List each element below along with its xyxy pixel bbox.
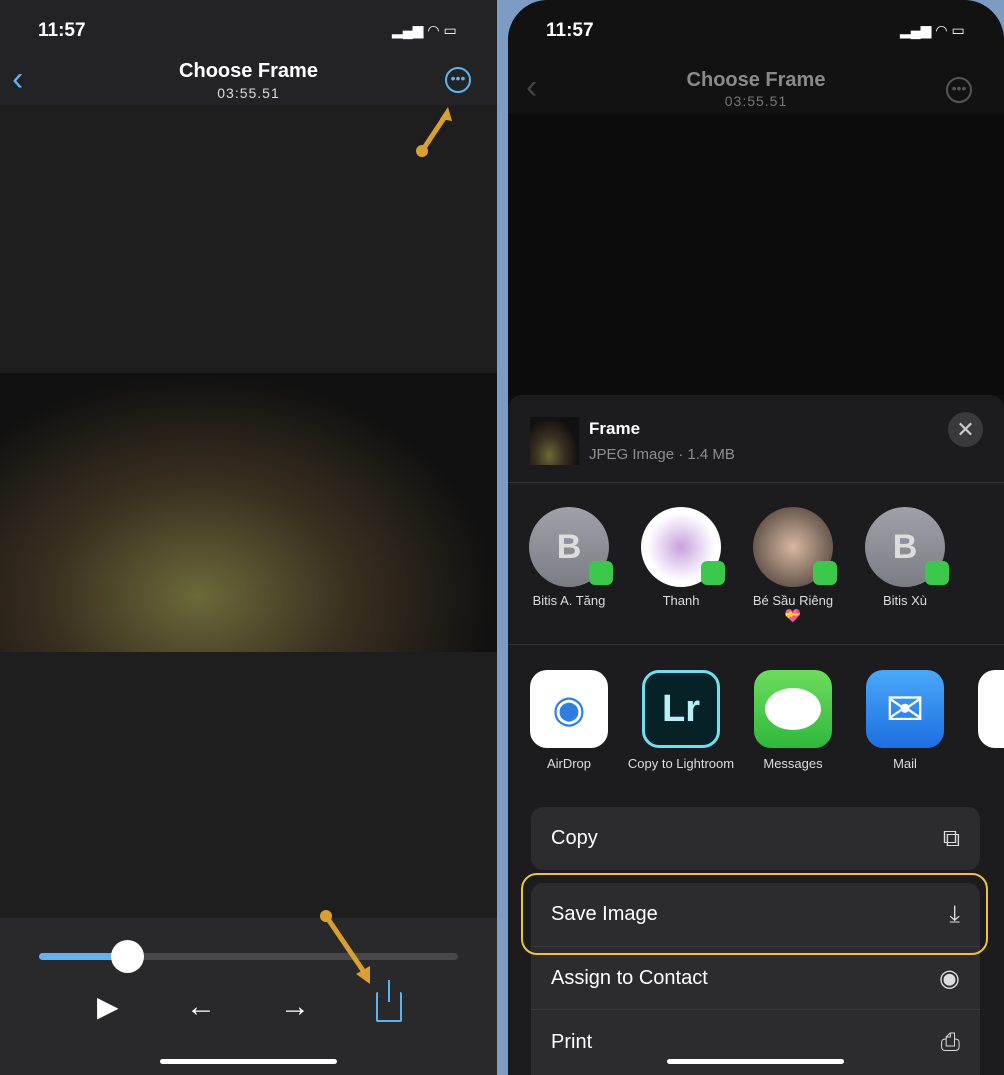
annotation-arrow bbox=[320, 910, 370, 984]
page-title: Choose Frame bbox=[179, 60, 318, 82]
frame-slider[interactable] bbox=[39, 953, 458, 960]
avatar bbox=[753, 507, 837, 587]
contact-name: Bitis A. Tăng bbox=[532, 593, 606, 608]
home-indicator bbox=[160, 1059, 337, 1064]
video-frame-image bbox=[0, 373, 497, 652]
app-airdrop[interactable]: ◉ AirDrop bbox=[513, 670, 625, 771]
airdrop-icon: ◉ bbox=[530, 670, 608, 748]
avatar bbox=[641, 507, 725, 587]
messages-badge-icon bbox=[813, 561, 837, 585]
app-mail[interactable]: ✉ Mail bbox=[849, 670, 961, 771]
contact-be-sau-rieng[interactable]: Bé Sầu Riêng 💝 bbox=[737, 507, 849, 624]
avatar-initial: B bbox=[556, 527, 582, 566]
apps-row: ◉ AirDrop Lr Copy to Lightroom Messages ✉ M… bbox=[513, 670, 1004, 771]
contacts-row: B Bitis A. Tăng Thanh Bé Sầu Riêng 💝 B Biti… bbox=[513, 507, 961, 624]
file-thumbnail bbox=[530, 417, 579, 465]
contact-name: Bé Sầu Riêng bbox=[752, 593, 834, 608]
timestamp: 03:55.51 bbox=[217, 85, 280, 101]
dimmed-content bbox=[508, 114, 1004, 395]
avatar-initial: B bbox=[892, 527, 918, 566]
messages-badge-icon bbox=[925, 561, 949, 585]
status-time: 11:57 bbox=[546, 20, 594, 41]
contact-icon: ◉ bbox=[939, 964, 960, 992]
app-label: Messages bbox=[763, 756, 823, 771]
messages-badge-icon bbox=[701, 561, 725, 585]
app-label: Me bbox=[961, 756, 1004, 771]
previous-frame-button[interactable]: ← bbox=[186, 990, 216, 1024]
more-options-button[interactable]: ••• bbox=[946, 77, 972, 103]
app-label: Mail bbox=[893, 756, 917, 771]
messages-icon bbox=[754, 670, 832, 748]
app-label: Copy to Lightroom bbox=[627, 756, 735, 771]
play-button[interactable]: ▶ bbox=[97, 990, 119, 1023]
contact-name: Bitis Xù bbox=[882, 593, 928, 608]
contact-name: Thanh bbox=[662, 593, 700, 608]
contact-bitis-xu[interactable]: B Bitis Xù bbox=[849, 507, 961, 624]
print-icon: ⎙ bbox=[940, 1028, 960, 1056]
status-time: 11:57 bbox=[38, 20, 86, 41]
action-label: Assign to Contact bbox=[551, 966, 708, 989]
lightroom-icon: Lr bbox=[642, 670, 720, 748]
annotation-arrow bbox=[416, 107, 452, 157]
app-messenger[interactable]: ● Me bbox=[961, 670, 1004, 771]
close-button[interactable]: ✕ bbox=[948, 412, 983, 447]
contact-emoji: 💝 bbox=[784, 608, 802, 623]
page-title: Choose Frame bbox=[686, 69, 826, 91]
app-lightroom[interactable]: Lr Copy to Lightroom bbox=[625, 670, 737, 771]
home-indicator bbox=[667, 1059, 844, 1064]
more-options-button[interactable]: ••• bbox=[445, 67, 471, 93]
assign-to-contact-action[interactable]: Assign to Contact ◉ bbox=[531, 946, 980, 1009]
file-name: Frame bbox=[589, 419, 641, 438]
contact-thanh[interactable]: Thanh bbox=[625, 507, 737, 624]
copy-action[interactable]: Copy ⧉ bbox=[531, 807, 980, 870]
messenger-icon: ● bbox=[978, 670, 1004, 748]
messages-badge-icon bbox=[589, 561, 613, 585]
app-label: AirDrop bbox=[546, 756, 592, 771]
status-icons: ▂▄▆ ◠ ▭ bbox=[900, 22, 965, 38]
next-frame-button[interactable]: → bbox=[280, 990, 310, 1024]
divider bbox=[508, 482, 1004, 483]
timestamp: 03:55.51 bbox=[724, 93, 788, 109]
slider-thumb[interactable] bbox=[111, 940, 144, 973]
status-icons: ▂▄▆ ◠ ▭ bbox=[392, 22, 457, 38]
right-screen: 11:57 ▂▄▆ ◠ ▭ ‹ Choose Frame 03:55.51 ••… bbox=[508, 0, 1004, 1075]
copy-icon: ⧉ bbox=[942, 824, 960, 852]
contact-bitis-a-tang[interactable]: B Bitis A. Tăng bbox=[513, 507, 625, 624]
action-label: Print bbox=[551, 1031, 593, 1053]
mail-icon: ✉ bbox=[866, 670, 944, 748]
divider bbox=[508, 644, 1004, 645]
app-messages[interactable]: Messages bbox=[737, 670, 849, 771]
print-action[interactable]: Print ⎙ bbox=[531, 1009, 980, 1075]
left-screen: 11:57 ▂▄▆ ◠ ▭ ‹ Choose Frame 03:55.51 ••… bbox=[0, 0, 497, 1075]
bottom-toolbar bbox=[0, 918, 497, 1075]
share-button[interactable] bbox=[376, 980, 402, 1022]
action-label: Copy bbox=[551, 827, 598, 849]
file-info: JPEG Image · 1.4 MB bbox=[589, 446, 735, 463]
highlight-annotation bbox=[521, 873, 988, 955]
